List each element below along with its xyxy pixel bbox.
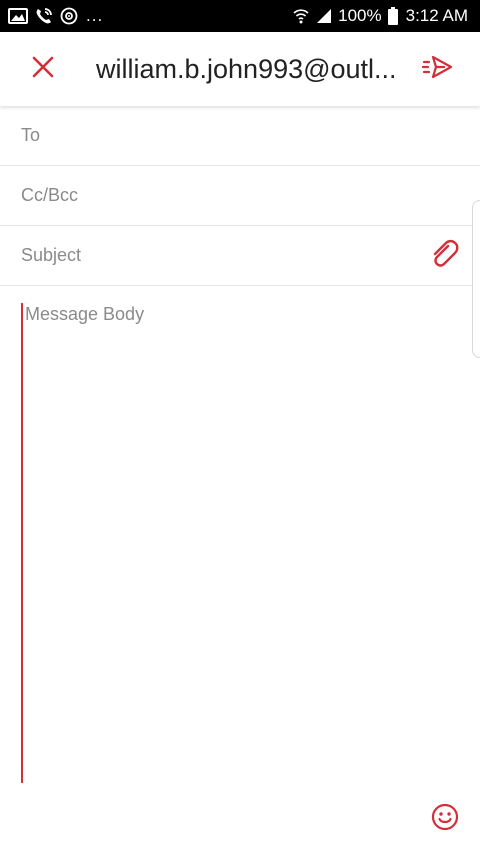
- call-icon: [34, 7, 54, 25]
- clock: 3:12 AM: [405, 6, 468, 25]
- cc-bcc-input[interactable]: [21, 185, 401, 206]
- battery-icon: [387, 7, 398, 25]
- attach-button[interactable]: [428, 238, 460, 275]
- status-bar: ... 100% 3:12 AM: [0, 0, 480, 32]
- subject-input[interactable]: [21, 245, 401, 266]
- status-overflow: ...: [86, 6, 104, 25]
- compose-toolbar: william.b.john993@outl...: [0, 32, 480, 106]
- to-input[interactable]: [21, 125, 401, 146]
- edge-panel-handle[interactable]: [472, 200, 480, 358]
- smiley-icon: [431, 803, 459, 836]
- emoji-button[interactable]: [430, 803, 460, 836]
- signal-icon: [316, 8, 332, 24]
- send-button[interactable]: [396, 32, 480, 106]
- close-button[interactable]: [0, 32, 86, 106]
- status-bar-right: 100% 3:12 AM: [292, 6, 468, 26]
- status-bar-left: ...: [8, 6, 103, 26]
- paperclip-icon: [428, 238, 460, 275]
- message-body-area: [0, 286, 480, 796]
- close-icon: [31, 55, 55, 84]
- sync-icon: [60, 7, 78, 25]
- battery-percent: 100%: [338, 6, 382, 25]
- subject-field-row: [0, 226, 480, 286]
- send-icon: [421, 54, 454, 85]
- cc-bcc-field-row: [0, 166, 480, 226]
- from-account-title[interactable]: william.b.john993@outl...: [86, 54, 396, 85]
- gallery-icon: [8, 8, 28, 24]
- wifi-icon: [292, 7, 310, 25]
- message-body-input[interactable]: [21, 303, 461, 783]
- to-field-row: [0, 106, 480, 166]
